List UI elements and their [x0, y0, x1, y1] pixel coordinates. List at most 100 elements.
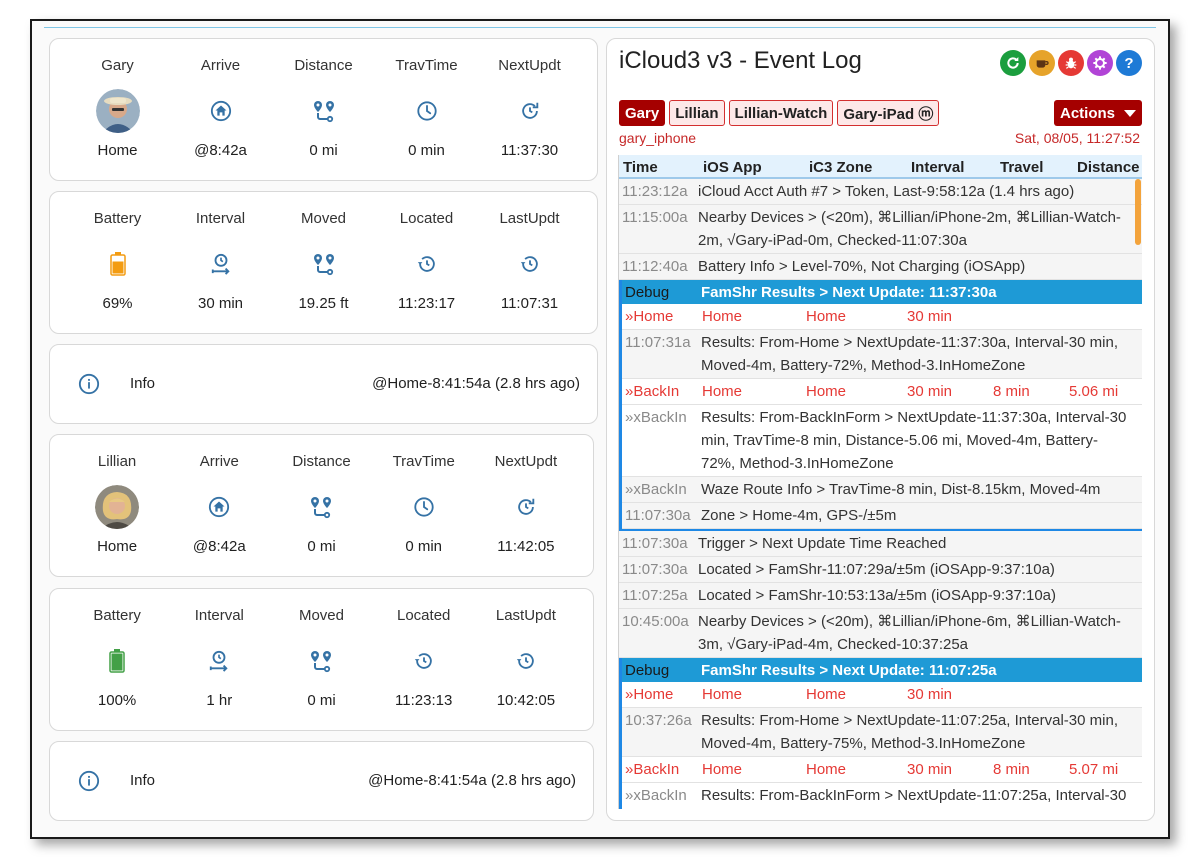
- event-log-title: iCloud3 v3 - Event Log: [619, 47, 862, 74]
- arrive-label: Arrive: [200, 57, 241, 74]
- log-zone-row: »BackIn Home Home 30 min 8 min 5.06 mi: [622, 379, 1142, 405]
- log-time: 10:37:26a: [625, 712, 692, 729]
- log-time: Debug: [625, 284, 670, 301]
- log-cell: »BackIn: [625, 383, 680, 400]
- log-zone-row: »BackIn Home Home 30 min 8 min 5.07 mi: [622, 757, 1142, 783]
- tab-gary[interactable]: Gary: [619, 100, 666, 126]
- log-row: 11:07:30a Zone > Home-4m, GPS-/±5m: [622, 503, 1142, 529]
- log-time: 11:07:30a: [622, 561, 688, 578]
- device-name-col[interactable]: Gary Home: [66, 39, 169, 180]
- travtime-label: TravTime: [395, 57, 458, 74]
- top-accent-line: [44, 27, 1156, 28]
- located-label: Located: [397, 607, 451, 624]
- lillian-tracking-card: Lillian Home Arrive @8:42a Distance 0 mi: [49, 434, 594, 577]
- lillian-status-card: Battery 100% Interval 1 hr Moved 0 mi Lo…: [49, 588, 594, 731]
- arrive-value: @8:42a: [194, 142, 247, 159]
- col-time: Time: [623, 159, 658, 176]
- nextupdt-value: 11:42:05: [497, 538, 555, 555]
- tab-lillian[interactable]: Lillian: [669, 100, 725, 126]
- log-time: »xBackIn: [625, 787, 687, 804]
- tab-gary-ipad[interactable]: Gary-iPad ⓜ: [837, 100, 940, 126]
- col-distance: Distance: [1077, 159, 1140, 176]
- gary-tracking-card: Gary Home Arrive @8:42a Distance 0 mi Tr…: [49, 38, 598, 181]
- log-message: FamShr Results > Next Update: 11:07:25a: [701, 662, 997, 679]
- log-row: 11:12:40a Battery Info > Level-70%, Not C…: [619, 254, 1142, 280]
- log-time: Debug: [625, 662, 670, 679]
- log-time: 11:15:00a: [622, 209, 688, 226]
- interval-label: Interval: [195, 210, 246, 227]
- info-icon[interactable]: [78, 373, 100, 400]
- coffee-icon[interactable]: [1029, 50, 1055, 76]
- history-icon: [402, 639, 446, 683]
- app-window: Gary Home Arrive @8:42a Distance 0 mi Tr…: [30, 19, 1170, 839]
- avatar[interactable]: [95, 89, 140, 133]
- log-scrollbar[interactable]: [1135, 179, 1141, 245]
- bug-icon[interactable]: [1058, 50, 1084, 76]
- log-row: »xBackIn Results: From-BackInForm > NextU…: [622, 783, 1142, 809]
- log-body: 11:23:12a iCloud Acct Auth #7 > Token, La…: [619, 179, 1142, 809]
- arrive-label: Arrive: [199, 453, 239, 470]
- log-cell: Home: [806, 761, 847, 778]
- log-cell: 8 min: [993, 383, 1030, 400]
- settings-icon[interactable]: [1087, 50, 1113, 76]
- lastupdt-label: LastUpdt: [495, 607, 556, 624]
- log-cell: 30 min: [907, 761, 953, 778]
- log-row: »xBackIn Waze Route Info > TravTime-8 min…: [622, 477, 1142, 503]
- info-label: Info: [130, 375, 156, 392]
- refresh-icon[interactable]: [1000, 50, 1026, 76]
- log-message: FamShr Results > Next Update: 11:37:30a: [701, 284, 997, 301]
- event-log-table[interactable]: Time iOS App iC3 Zone Interval Travel Di…: [618, 155, 1142, 809]
- help-icon[interactable]: ?: [1116, 50, 1142, 76]
- log-cell: Home: [806, 383, 847, 400]
- log-result-group: Debug FamShr Results > Next Update: 11:37…: [619, 280, 1142, 531]
- travtime-label: TravTime: [392, 453, 455, 470]
- device-name-label: Lillian: [97, 453, 137, 470]
- log-cell: »Home: [625, 686, 674, 703]
- log-row: 11:07:25a Located > FamShr-10:53:13a/±5m …: [619, 583, 1142, 609]
- battery-icon: [95, 639, 139, 683]
- device-zone-value: Home: [97, 142, 138, 159]
- distance-value: 0 mi: [309, 142, 338, 159]
- located-value: 11:23:17: [397, 295, 456, 312]
- info-text: @Home-8:41:54a (2.8 hrs ago): [372, 375, 580, 392]
- col-ios-app: iOS App: [703, 159, 762, 176]
- log-cell: 8 min: [993, 761, 1030, 778]
- history-icon: [405, 242, 449, 286]
- actions-dropdown-button[interactable]: Actions: [1054, 100, 1142, 126]
- log-message: Located > FamShr-11:07:29a/±5m (iOSApp-9…: [698, 561, 1055, 578]
- refresh-clock-icon: [504, 485, 548, 529]
- map-marker-distance-icon: [299, 639, 343, 683]
- battery-label: Battery: [93, 210, 142, 227]
- col-ic3-zone: iC3 Zone: [809, 159, 873, 176]
- log-message: Nearby Devices > (<20m), ⌘Lillian/iPhone…: [698, 613, 1121, 653]
- moved-value: 0 mi: [307, 692, 336, 709]
- log-message: Results: From-Home > NextUpdate-11:07:25…: [701, 712, 1118, 752]
- log-message: Waze Route Info > TravTime-8 min, Dist-8…: [701, 481, 1101, 498]
- log-debug-row: Debug FamShr Results > Next Update: 11:07…: [622, 658, 1142, 682]
- timer-interval-icon: [199, 242, 243, 286]
- distance-value: 0 mi: [307, 538, 336, 555]
- log-row: 11:07:30a Trigger > Next Update Time Reac…: [619, 531, 1142, 557]
- moved-value: 19.25 ft: [298, 295, 349, 312]
- lillian-info-card[interactable]: Info @Home-8:41:54a (2.8 hrs ago): [49, 741, 594, 821]
- tab-lillian-watch[interactable]: Lillian-Watch: [728, 100, 834, 126]
- gary-info-card[interactable]: Info @Home-8:41:54a (2.8 hrs ago): [49, 344, 598, 424]
- device-name-col[interactable]: Lillian Home: [66, 435, 168, 576]
- log-cell: 30 min: [907, 383, 953, 400]
- home-icon: [197, 485, 241, 529]
- log-message: Located > FamShr-10:53:13a/±5m (iOSApp-9…: [698, 587, 1057, 604]
- log-debug-row: Debug FamShr Results > Next Update: 11:37…: [622, 280, 1142, 304]
- info-icon[interactable]: [78, 770, 100, 797]
- log-cell: Home: [702, 761, 743, 778]
- distance-label: Distance: [294, 57, 353, 74]
- log-row: 10:45:00a Nearby Devices > (<20m), ⌘Lilli…: [619, 609, 1142, 658]
- avatar[interactable]: [95, 485, 140, 529]
- caret-down-icon: [1124, 110, 1136, 117]
- clock-icon: [402, 485, 446, 529]
- log-row: 11:23:12a iCloud Acct Auth #7 > Token, La…: [619, 179, 1142, 205]
- history-icon: [508, 242, 552, 286]
- log-message: Battery Info > Level-70%, Not Charging (…: [698, 258, 1026, 275]
- actions-label: Actions: [1060, 104, 1116, 122]
- battery-value: 69%: [102, 295, 133, 312]
- log-message: Results: From-BackInForm > NextUpdate-11…: [701, 787, 1127, 804]
